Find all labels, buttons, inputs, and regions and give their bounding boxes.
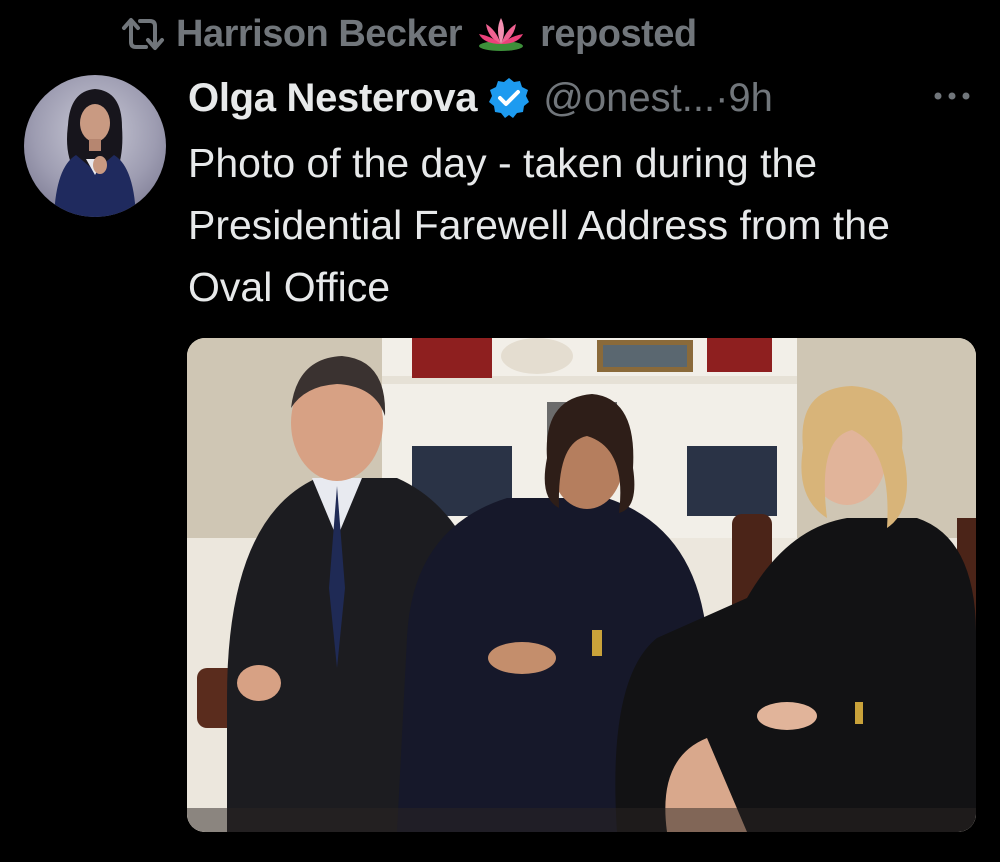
verified-badge-icon <box>489 78 530 118</box>
avatar-photo <box>54 89 136 217</box>
author-name[interactable]: Olga Nesterova <box>188 76 478 121</box>
lotus-icon <box>479 18 524 51</box>
photo-illustration <box>187 338 976 832</box>
repost-label: reposted <box>540 12 697 55</box>
tweet-photo[interactable] <box>187 338 976 832</box>
author-avatar[interactable] <box>24 75 166 217</box>
tweet-header: Olga Nesterova @onest... ·9h <box>188 72 773 124</box>
tweet-timestamp[interactable]: ·9h <box>715 76 773 121</box>
tweet-card[interactable]: Harrison Becker reposted Olga Nesterova <box>0 0 1000 862</box>
more-options-icon[interactable] <box>930 86 974 106</box>
tweet-text: Photo of the day - taken during the Pres… <box>188 140 890 310</box>
repost-icon <box>122 18 164 50</box>
reposter-name[interactable]: Harrison Becker <box>176 13 463 56</box>
author-handle[interactable]: @onest... <box>543 76 715 121</box>
repost-indicator[interactable]: Harrison Becker reposted <box>120 8 697 60</box>
